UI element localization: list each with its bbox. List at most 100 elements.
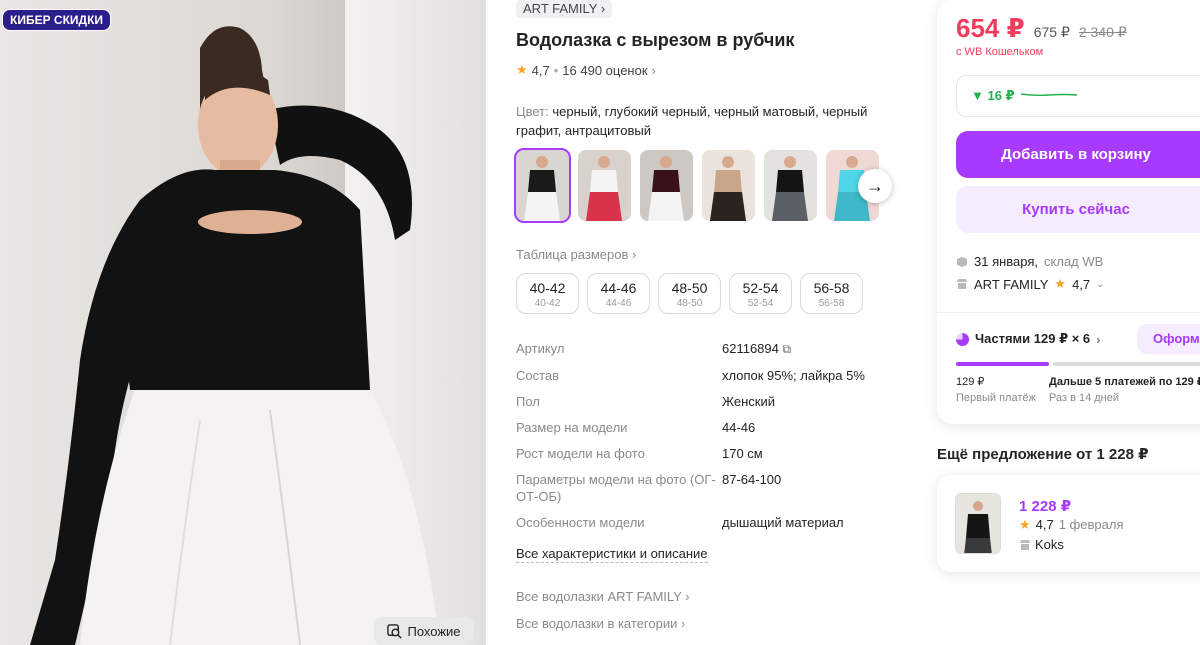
thumbnail-photo <box>524 156 560 221</box>
color-thumbnail[interactable] <box>640 150 693 221</box>
size-alt: 52-54 <box>747 298 774 309</box>
thumbnail-photo <box>648 156 684 221</box>
old-price: 2 340 ₽ <box>1078 24 1127 40</box>
spec-value: хлопок 95%; лайкра 5% <box>722 368 865 383</box>
reviews-count: 16 490 оценок <box>562 62 648 78</box>
chevron-right-icon: › <box>685 589 690 604</box>
size-table-link[interactable]: Таблица размеров › <box>516 247 636 262</box>
chevron-right-icon: › <box>632 247 637 262</box>
similar-label: Похожие <box>407 623 461 639</box>
price-history[interactable]: ▼ 16 ₽ <box>956 75 1200 117</box>
installments-button[interactable]: Оформ <box>1137 324 1200 354</box>
spec-row: Размер на модели 44-46 <box>516 419 896 436</box>
rating-separator: • <box>553 62 559 78</box>
offer-rating-value: 4,7 <box>1035 517 1054 532</box>
rating-value: 4,7 <box>531 62 550 78</box>
size-option[interactable]: 40-42 40-42 <box>516 273 579 314</box>
size-table-label: Таблица размеров <box>516 247 629 262</box>
thumbnails-next-button[interactable]: → <box>858 169 892 203</box>
category-label: Все водолазки в категории <box>516 616 678 631</box>
next-payments-label: Дальше 5 платежей по 129 ₽ <box>1049 376 1200 388</box>
brand-category-label: Все водолазки ART FAMILY <box>516 589 682 604</box>
thumbnail-photo <box>586 156 622 221</box>
first-payment-amount: 129 ₽ <box>956 376 985 388</box>
all-characteristics-link[interactable]: Все характеристики и описание <box>516 546 708 563</box>
more-offer-heading: Ещё предложение от 1 228 ₽ <box>937 446 1149 463</box>
first-payment: 129 ₽ Первый платёж <box>956 374 1036 406</box>
add-to-cart-button[interactable]: Добавить в корзину <box>956 131 1200 178</box>
similar-button[interactable]: Похожие <box>374 617 474 645</box>
offer-thumbnail[interactable] <box>955 493 1001 554</box>
delivery-date: 31 января, <box>974 254 1039 269</box>
brand-label: ART FAMILY <box>523 1 598 16</box>
size-alt: 56-58 <box>818 298 845 309</box>
star-icon: ★ <box>1054 276 1067 291</box>
spec-row: Рост модели на фото 170 см <box>516 445 896 462</box>
size-ru: 56-58 <box>813 280 850 296</box>
size-option[interactable]: 52-54 52-54 <box>729 273 792 314</box>
seller-link[interactable]: ART FAMILY ★ 4,7 ⌄ <box>956 276 1105 292</box>
installments-label: Частями 129 ₽ × 6 <box>975 331 1091 346</box>
size-alt: 44-46 <box>605 298 632 309</box>
star-icon: ★ <box>516 62 528 77</box>
divider <box>937 312 1200 313</box>
rating-link[interactable]: ★ 4,7 • 16 490 оценок › <box>516 62 656 78</box>
size-alt: 48-50 <box>676 298 703 309</box>
similar-search-icon <box>387 623 403 639</box>
spec-value: 44-46 <box>722 420 756 435</box>
category-link[interactable]: Все водолазки в категории › <box>516 616 685 631</box>
brand-category-link[interactable]: Все водолазки ART FAMILY › <box>516 589 690 604</box>
spec-key: Рост модели на фото <box>516 446 645 461</box>
price-trend-line <box>1021 93 1077 97</box>
brand-link[interactable]: ART FAMILY › <box>516 0 613 18</box>
color-thumbnail[interactable] <box>702 150 755 221</box>
arrow-right-icon: → <box>866 175 884 196</box>
spec-key: Особенности модели <box>516 515 645 530</box>
color-values: черный, глубокий черный, черный матовый,… <box>516 104 868 138</box>
offer-price: 1 228 ₽ <box>1019 498 1072 515</box>
size-ru: 40-42 <box>529 280 566 296</box>
size-option[interactable]: 44-46 44-46 <box>587 273 650 314</box>
offer-seller-name: Koks <box>1035 537 1064 552</box>
spec-row: Состав хлопок 95%; лайкра 5% <box>516 367 896 384</box>
offer-rating: ★ 4,7 1 февраля <box>1019 517 1124 533</box>
installments-link[interactable]: Частями 129 ₽ × 6 › <box>956 331 1101 347</box>
color-thumbnail[interactable] <box>578 150 631 221</box>
shop-icon <box>1020 539 1030 550</box>
thumbnail-photo <box>772 156 808 221</box>
color-thumbnail[interactable] <box>514 148 571 223</box>
size-ru: 52-54 <box>742 280 779 296</box>
pie-chart-icon <box>956 332 969 346</box>
seller-name: ART FAMILY <box>974 276 1049 292</box>
first-payment-label: Первый платёж <box>956 392 1036 404</box>
spec-row: Артикул 62116894 ⧉ <box>516 340 896 358</box>
installment-progress-filled <box>956 362 1049 366</box>
product-main-image[interactable]: КИБЕР СКИДКИ Похожие <box>0 0 486 645</box>
copy-icon[interactable]: ⧉ <box>783 342 792 356</box>
offer-photo <box>956 494 1000 553</box>
next-payments: Дальше 5 платежей по 129 ₽ Раз в 14 дней <box>1049 374 1200 406</box>
model-photo <box>30 26 440 645</box>
spec-key: Параметры модели на фото (ОГ-ОТ-ОБ) <box>516 472 716 504</box>
chevron-right-icon: › <box>1096 331 1101 347</box>
buy-now-button[interactable]: Купить сейчас <box>956 186 1200 233</box>
size-ru: 44-46 <box>600 280 637 296</box>
offer-seller: Koks <box>1019 537 1064 552</box>
chevron-right-icon: › <box>651 62 656 78</box>
next-payments-interval: Раз в 14 дней <box>1049 392 1120 404</box>
spec-key: Пол <box>516 394 540 409</box>
color-thumbnail[interactable] <box>764 150 817 221</box>
size-option[interactable]: 56-58 56-58 <box>800 273 863 314</box>
box-icon <box>957 256 967 267</box>
spec-row: Параметры модели на фото (ОГ-ОТ-ОБ) 87-64… <box>516 471 896 505</box>
chevron-down-icon: ⌄ <box>1096 278 1105 290</box>
size-option[interactable]: 48-50 48-50 <box>658 273 721 314</box>
spec-value: 87-64-100 <box>722 472 782 487</box>
spec-key: Состав <box>516 368 560 383</box>
color-info: Цвет: черный, глубокий черный, черный ма… <box>516 102 896 140</box>
spec-value: 170 см <box>722 446 763 461</box>
offer-delivery-date: 1 февраля <box>1058 517 1124 532</box>
delivery-warehouse: склад WB <box>1044 254 1104 269</box>
spec-value: дышащий материал <box>722 515 844 530</box>
chevron-right-icon: › <box>680 616 686 631</box>
